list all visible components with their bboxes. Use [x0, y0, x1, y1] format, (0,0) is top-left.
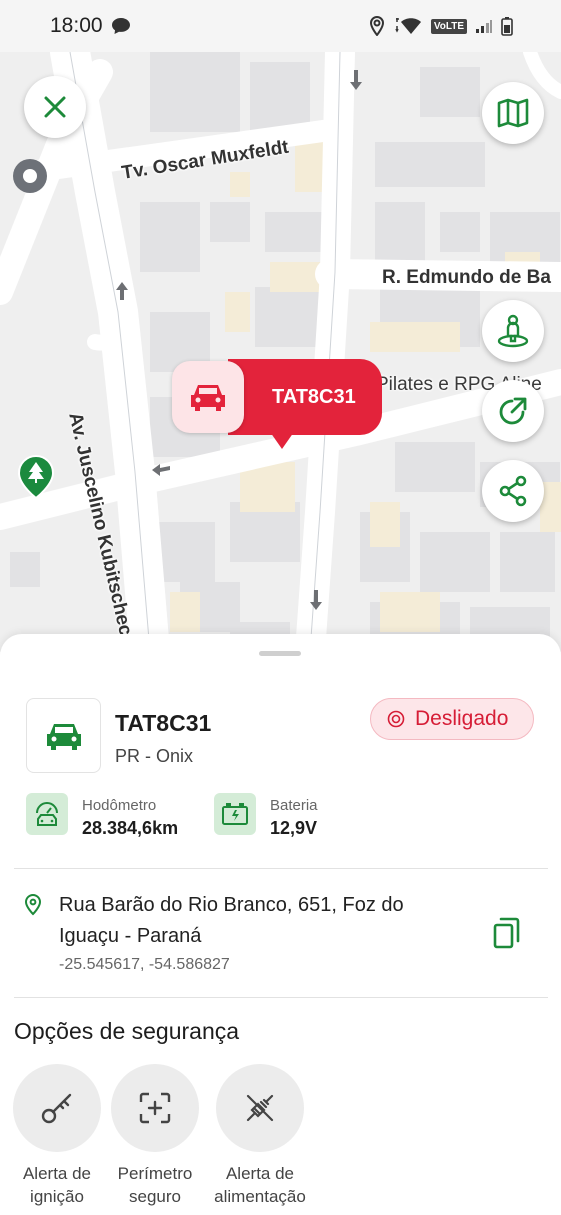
- divider: [14, 868, 548, 869]
- odometer-stat: Hodômetro 28.384,6km: [26, 793, 178, 839]
- copy-address-button[interactable]: [492, 916, 522, 955]
- battery-icon: [501, 17, 513, 36]
- status-bar: 18:00 VoLTE: [0, 0, 561, 52]
- battery-label: Bateria: [270, 797, 318, 814]
- ignition-alert-label: Alerta de ignição: [22, 1164, 92, 1206]
- ignition-status-badge: Desligado: [370, 698, 534, 740]
- close-icon: [44, 96, 66, 118]
- share-external-icon: [499, 397, 527, 425]
- perimeter-icon: [139, 1092, 171, 1124]
- vehicle-marker-label: TAT8C31: [228, 359, 382, 435]
- ignition-alert-button[interactable]: [13, 1064, 101, 1152]
- signal-icon: [476, 20, 492, 33]
- map-layers-button[interactable]: [482, 82, 544, 144]
- wifi-icon: [395, 18, 421, 34]
- vehicle-plate: TAT8C31: [115, 710, 212, 736]
- odometer-value: 28.384,6km: [82, 818, 179, 838]
- map-view[interactable]: Tv. Oscar Muxfeldt R. Edmundo de Ba Pila…: [0, 52, 561, 652]
- vehicle-marker-icon-box: [172, 361, 244, 433]
- map-pin-icon[interactable]: [8, 156, 48, 198]
- vehicle-marker[interactable]: TAT8C31: [172, 359, 382, 449]
- safe-perimeter-option[interactable]: Perímetro seguro: [102, 1064, 208, 1208]
- power-alert-button[interactable]: [216, 1064, 304, 1152]
- address-pin-icon: [24, 894, 42, 916]
- car-battery-icon: [214, 793, 256, 835]
- key-icon: [41, 1093, 72, 1124]
- safe-perimeter-label: Perímetro seguro: [117, 1164, 193, 1206]
- share-icon: [499, 475, 527, 507]
- location-icon: [369, 16, 384, 36]
- odometer-icon: [26, 793, 68, 835]
- power-alert-option[interactable]: Alerta de alimentação: [207, 1064, 313, 1208]
- odometer-label: Hodômetro: [82, 797, 157, 814]
- vehicle-address: Rua Barão do Rio Branco, 651, Foz do Igu…: [59, 894, 404, 947]
- open-external-button[interactable]: [482, 380, 544, 442]
- ignition-alert-option[interactable]: Alerta de ignição: [4, 1064, 110, 1208]
- car-icon: [191, 385, 225, 411]
- street-view-button[interactable]: [482, 300, 544, 362]
- ignition-status-text: Desligado: [415, 707, 509, 730]
- vehicle-avatar: [26, 698, 101, 773]
- map-layers-icon: [497, 98, 529, 128]
- vehicle-model: PR - Onix: [115, 746, 194, 766]
- volte-badge: VoLTE: [430, 18, 467, 34]
- vehicle-details-sheet: TAT8C31 PR - Onix Desligado Hodômetro 28…: [0, 634, 561, 1215]
- unplugged-icon: [246, 1094, 274, 1122]
- close-button[interactable]: [24, 76, 86, 138]
- chat-bubble-icon: [111, 18, 130, 34]
- street-view-icon: [497, 314, 529, 348]
- power-alert-label: Alerta de alimentação: [214, 1164, 306, 1206]
- safe-perimeter-button[interactable]: [111, 1064, 199, 1152]
- power-off-icon: [387, 710, 405, 728]
- share-button[interactable]: [482, 460, 544, 522]
- copy-icon: [493, 917, 520, 949]
- security-options-title: Opções de segurança: [14, 1018, 240, 1044]
- vehicle-marker-tail: [268, 429, 296, 449]
- status-time: 18:00: [50, 14, 103, 37]
- street-label-edmundo: R. Edmundo de Ba: [382, 267, 551, 288]
- park-icon[interactable]: [16, 454, 56, 500]
- battery-stat: Bateria 12,9V: [214, 793, 318, 839]
- battery-value: 12,9V: [270, 818, 318, 838]
- sheet-drag-handle[interactable]: [259, 651, 301, 656]
- car-icon: [46, 723, 81, 750]
- divider: [14, 997, 548, 998]
- vehicle-coordinates: -25.545617, -54.586827: [59, 956, 230, 973]
